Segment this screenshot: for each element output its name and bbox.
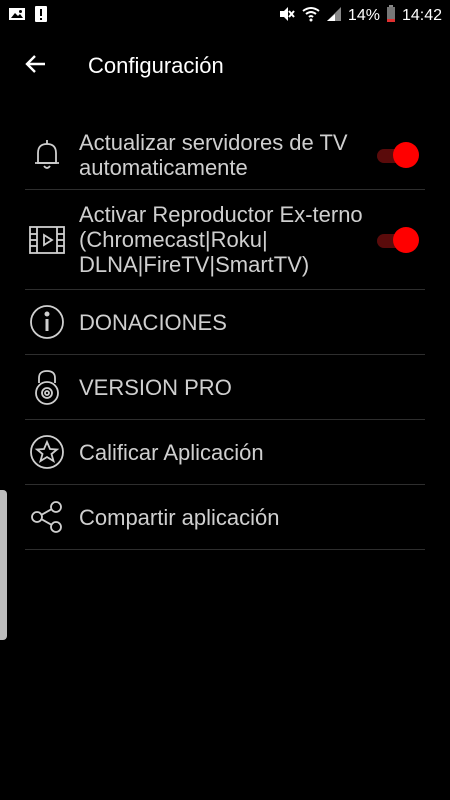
image-icon	[8, 6, 26, 27]
info-icon	[27, 302, 67, 342]
film-play-icon	[27, 220, 67, 260]
battery-icon	[386, 4, 396, 28]
settings-list: Actualizar servidores de TV automaticame…	[25, 120, 425, 550]
setting-external-player[interactable]: Activar Reproductor Ex-terno (Chromecast…	[25, 190, 425, 290]
status-right: 14% 14:42	[278, 4, 442, 28]
setting-donations[interactable]: DONACIONES	[25, 290, 425, 355]
back-button[interactable]	[16, 46, 56, 86]
signal-icon	[326, 6, 342, 27]
setting-label: Calificar Aplicación	[79, 439, 264, 465]
page-title: Configuración	[88, 53, 224, 78]
status-left	[8, 5, 48, 28]
arrow-left-icon	[24, 52, 48, 81]
edge-panel-handle[interactable]	[0, 490, 7, 640]
lock-gear-icon	[27, 367, 67, 407]
setting-label: Activar Reproductor Ex-terno (Chromecast…	[79, 202, 363, 277]
setting-share-app[interactable]: Compartir aplicación	[25, 485, 425, 550]
clock: 14:42	[401, 7, 442, 24]
bell-icon	[27, 135, 67, 175]
setting-auto-update-servers[interactable]: Actualizar servidores de TV automaticame…	[25, 120, 425, 190]
status-bar: 14% 14:42	[0, 0, 450, 32]
setting-label: Compartir aplicación	[79, 504, 280, 530]
auto-update-toggle[interactable]	[375, 141, 419, 169]
external-player-toggle[interactable]	[375, 226, 419, 254]
alert-icon	[34, 5, 48, 28]
toggle-thumb	[393, 141, 419, 168]
star-icon	[27, 432, 67, 472]
setting-label: VERSION PRO	[79, 374, 232, 400]
battery-percent: 14%	[347, 7, 380, 24]
setting-label: DONACIONES	[79, 309, 227, 335]
share-icon	[27, 497, 67, 537]
toggle-thumb	[393, 226, 419, 253]
mute-icon	[278, 6, 296, 27]
setting-version-pro[interactable]: VERSION PRO	[25, 355, 425, 420]
wifi-icon	[302, 6, 320, 27]
app-bar: Configuración	[0, 38, 450, 94]
setting-rate-app[interactable]: Calificar Aplicación	[25, 420, 425, 485]
setting-label: Actualizar servidores de TV automaticame…	[79, 129, 348, 180]
